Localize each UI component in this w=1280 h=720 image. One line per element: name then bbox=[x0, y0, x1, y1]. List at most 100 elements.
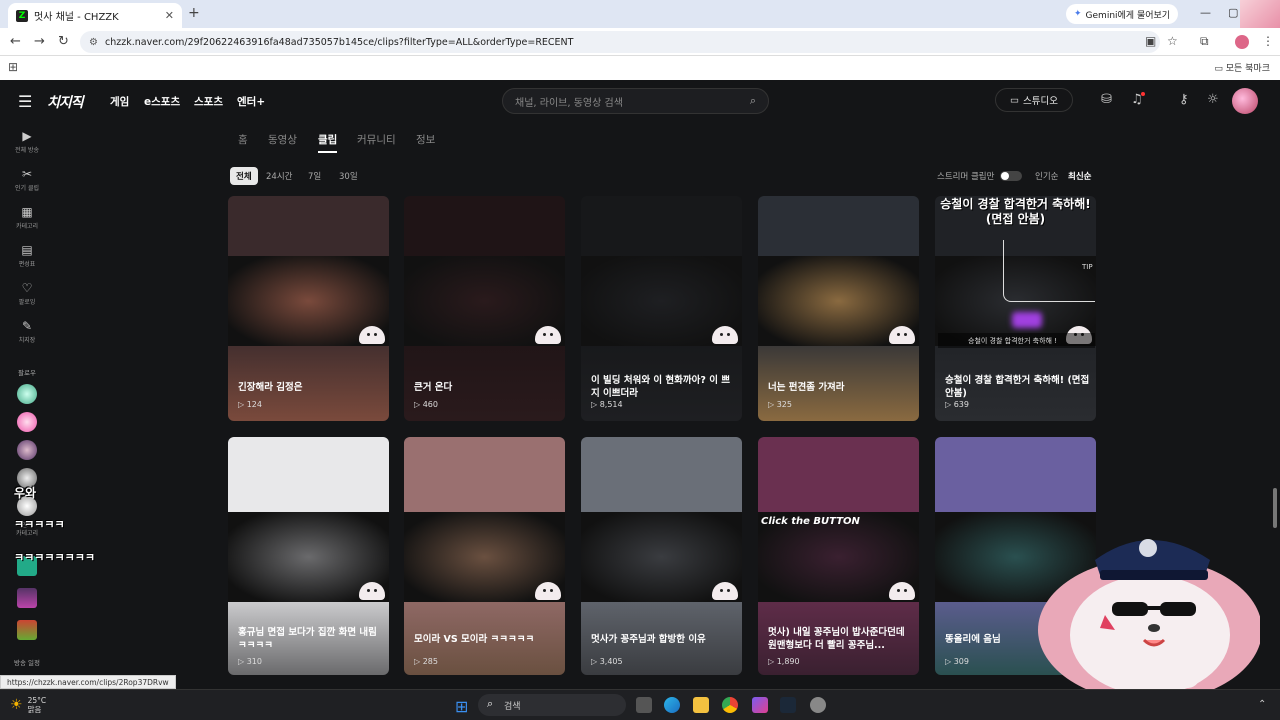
nav-enter[interactable]: 엔터+ bbox=[237, 94, 265, 109]
nav-game[interactable]: 게임 bbox=[110, 94, 129, 109]
new-tab-icon[interactable]: + bbox=[188, 5, 200, 21]
maximize-icon[interactable]: ▢ bbox=[1228, 6, 1238, 19]
filter-30d[interactable]: 30일 bbox=[333, 167, 364, 185]
site-info-icon[interactable]: ⚙ bbox=[89, 37, 98, 48]
sidebar-item-live[interactable]: ▶ 전체 방송 bbox=[0, 129, 54, 154]
extensions-icon[interactable]: ⧉ bbox=[1200, 34, 1209, 49]
steam-icon[interactable] bbox=[780, 697, 796, 713]
clip-card[interactable]: 멋사가 꽁주님과 합방한 이유 ▷ 3,405 bbox=[581, 437, 742, 675]
weather-widget[interactable]: ☀ 25°C 맑음 bbox=[10, 696, 46, 714]
sidebar-item-clips[interactable]: ✂ 인기 클립 bbox=[0, 167, 54, 192]
edge-icon[interactable] bbox=[664, 697, 680, 713]
tab-home[interactable]: 홈 bbox=[238, 132, 248, 147]
search-input[interactable]: 채널, 라이브, 동영상 검색 ⌕ bbox=[502, 88, 769, 114]
key-icon[interactable]: ⚷ bbox=[1179, 92, 1189, 107]
tab-videos[interactable]: 동영상 bbox=[268, 132, 297, 147]
nav-sports[interactable]: 스포츠 bbox=[194, 94, 223, 109]
play-count-icon: ▷ bbox=[768, 657, 777, 666]
avatar[interactable] bbox=[17, 440, 37, 460]
filter-24h[interactable]: 24시간 bbox=[260, 167, 298, 185]
profile-avatar[interactable] bbox=[1235, 35, 1249, 49]
clip-card[interactable]: 멋사) 내일 꽁주님이 밥사준다던데 원맨형보다 더 빨리 꽁주님... ▷ 1,… bbox=[758, 437, 919, 675]
views-count: 8,514 bbox=[599, 400, 623, 409]
notification-dot bbox=[1141, 92, 1145, 96]
clip-title[interactable]: 승철이 경찰 합격한거 축하해! (면접 안봄) bbox=[945, 374, 1090, 400]
filter-7d[interactable]: 7일 bbox=[302, 167, 327, 185]
install-icon[interactable]: ▣ bbox=[1145, 34, 1156, 48]
settings-gear-icon[interactable] bbox=[810, 697, 826, 713]
clip-title[interactable]: 멋사) 내일 꽁주님이 밥사준다던데 원맨형보다 더 빨리 꽁주님... bbox=[768, 626, 913, 652]
clip-title[interactable]: 모이라 VS 모이라 ㅋㅋㅋㅋㅋ bbox=[414, 633, 559, 646]
apps-grid-icon[interactable]: ⊞ bbox=[8, 60, 18, 74]
views-count: 3,405 bbox=[599, 657, 623, 666]
nav-esports[interactable]: e스포츠 bbox=[144, 94, 180, 109]
play-count-icon: ▷ bbox=[238, 657, 247, 666]
sidebar-item-schedule[interactable]: ▤ 편성표 bbox=[0, 243, 54, 268]
file-explorer-icon[interactable] bbox=[693, 697, 709, 713]
sort-recent[interactable]: 최신순 bbox=[1068, 170, 1091, 182]
clip-card[interactable]: 모이라 VS 모이라 ㅋㅋㅋㅋㅋ ▷ 285 bbox=[404, 437, 565, 675]
hamburger-menu-icon[interactable]: ☰ bbox=[18, 92, 32, 111]
task-view-icon[interactable] bbox=[636, 697, 652, 713]
views-count: 639 bbox=[953, 400, 969, 409]
clip-views: ▷ 3,405 bbox=[591, 657, 623, 666]
play-count-icon: ▷ bbox=[414, 400, 423, 409]
windows-start-icon[interactable]: ⊞ bbox=[455, 697, 473, 716]
page-scrollbar[interactable] bbox=[1271, 122, 1279, 675]
chevron-up-icon[interactable]: ⌃ bbox=[1258, 699, 1266, 710]
clip-card[interactable]: 큰거 온다 ▷ 460 bbox=[404, 196, 565, 421]
url-field[interactable]: ⚙ chzzk.naver.com/29f20622463916fa48ad73… bbox=[80, 31, 1160, 53]
close-icon[interactable]: ✕ bbox=[165, 9, 174, 22]
sidebar-item-chijijang[interactable]: ✎ 치지장 bbox=[0, 319, 54, 344]
sort-popular[interactable]: 인기순 bbox=[1035, 170, 1058, 182]
bookmark-star-icon[interactable]: ☆ bbox=[1167, 34, 1178, 48]
sidebar-item-category[interactable]: ▦ 카테고리 bbox=[0, 205, 54, 230]
clip-title[interactable]: 이 빌딩 처워와 이 현화까아? 이 쁘지 이쁘더라 bbox=[591, 374, 736, 400]
avatar[interactable] bbox=[17, 620, 37, 640]
clip-card[interactable]: 홍규님 면접 보다가 집깐 화면 내림 ㅋㅋㅋㅋ ▷ 310 bbox=[228, 437, 389, 675]
gemini-button[interactable]: ✦ Gemini에게 물어보기 bbox=[1066, 4, 1179, 24]
menu-dots-icon[interactable]: ⋮ bbox=[1262, 34, 1274, 48]
clip-card[interactable]: 이 빌딩 처워와 이 현화까아? 이 쁘지 이쁘더라 ▷ 8,514 bbox=[581, 196, 742, 421]
gift-icon[interactable]: ⛁ bbox=[1101, 92, 1112, 107]
search-icon[interactable]: ⌕ bbox=[750, 94, 756, 108]
studio-button[interactable]: ▭ 스튜디오 bbox=[995, 88, 1073, 112]
clip-card[interactable]: 긴장해라 김정은 ▷ 124 bbox=[228, 196, 389, 421]
clip-card[interactable]: 너는 펀견좀 가져라 ▷ 325 bbox=[758, 196, 919, 421]
scroll-thumb[interactable] bbox=[1273, 488, 1277, 528]
clip-title[interactable]: 큰거 온다 bbox=[414, 381, 559, 394]
filter-all[interactable]: 전체 bbox=[230, 167, 258, 185]
tab-title: 멋사 채널 - CHZZK bbox=[34, 12, 119, 23]
browser-tab-strip: Z 멋사 채널 - CHZZK ✕ + ✦ Gemini에게 물어보기 — ▢ bbox=[0, 0, 1280, 28]
clip-card[interactable]: 승철이 경찰 합격한거 축하해! (면접 안봄) ▷ 639 bbox=[935, 196, 1096, 421]
tab-clips[interactable]: 클립 bbox=[318, 132, 338, 153]
streamer-clip-toggle[interactable] bbox=[1000, 171, 1022, 181]
browser-tab[interactable]: Z 멋사 채널 - CHZZK ✕ bbox=[8, 3, 182, 28]
theme-sun-icon[interactable]: ☼ bbox=[1207, 92, 1219, 107]
avatar[interactable] bbox=[17, 384, 37, 404]
avatar[interactable] bbox=[17, 588, 37, 608]
avatar[interactable] bbox=[17, 412, 37, 432]
schedule-section-label: 방송 일정 bbox=[14, 659, 40, 667]
chzzk-favicon-icon: Z bbox=[16, 9, 28, 22]
reload-icon[interactable]: ↻ bbox=[58, 34, 69, 49]
taskbar-search[interactable]: ⌕ 검색 bbox=[478, 694, 626, 716]
sidebar-item-following[interactable]: ♡ 팔로잉 bbox=[0, 281, 54, 306]
weather-sun-icon: ☀ bbox=[10, 696, 23, 713]
all-bookmarks-button[interactable]: ▭ 모든 북마크 bbox=[1214, 61, 1270, 74]
forward-icon[interactable]: → bbox=[34, 34, 45, 49]
chrome-icon[interactable] bbox=[722, 697, 738, 713]
chzzk-logo[interactable]: 치지직 bbox=[47, 92, 84, 112]
tab-community[interactable]: 커뮤니티 bbox=[357, 132, 396, 147]
minimize-icon[interactable]: — bbox=[1200, 6, 1211, 19]
address-bar-row: ← → ↻ ⚙ chzzk.naver.com/29f20622463916fa… bbox=[0, 28, 1280, 56]
user-avatar[interactable] bbox=[1232, 88, 1258, 114]
clip-icon: ✂ bbox=[21, 167, 33, 181]
clip-title[interactable]: 긴장해라 김정은 bbox=[238, 381, 383, 394]
clip-title[interactable]: 홍규님 면접 보다가 집깐 화면 내림 ㅋㅋㅋㅋ bbox=[238, 626, 383, 652]
clip-title[interactable]: 멋사가 꽁주님과 합방한 이유 bbox=[591, 633, 736, 646]
clip-title[interactable]: 너는 펀견좀 가져라 bbox=[768, 381, 913, 394]
tab-info[interactable]: 정보 bbox=[416, 132, 435, 147]
back-icon[interactable]: ← bbox=[10, 34, 21, 49]
app-icon[interactable] bbox=[752, 697, 768, 713]
